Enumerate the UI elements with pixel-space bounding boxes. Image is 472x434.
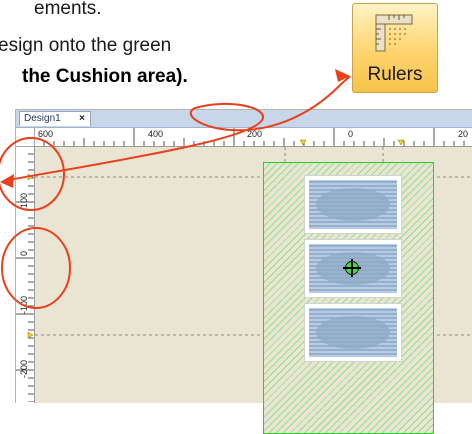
vertical-ruler[interactable]: 100 0 -100 -200 bbox=[16, 146, 35, 403]
horizontal-ruler[interactable]: 600 400 200 0 20 bbox=[34, 128, 472, 147]
v-ruler-label: -100 bbox=[19, 295, 29, 314]
h-ruler-label: 600 bbox=[38, 129, 54, 139]
h-ruler-label: 20 bbox=[458, 129, 469, 139]
ruler-corner bbox=[16, 128, 35, 147]
v-ruler-label: 100 bbox=[19, 192, 29, 208]
tab-bar: Design1 × bbox=[16, 110, 472, 128]
rulers-button-label: Rulers bbox=[367, 64, 423, 85]
tab-label: Design1 bbox=[24, 113, 61, 124]
embroidery-panel-top[interactable] bbox=[304, 175, 402, 234]
rulers-icon bbox=[375, 14, 413, 52]
h-ruler-label: 400 bbox=[148, 129, 164, 139]
annotation-arrowhead-left bbox=[0, 174, 14, 188]
design-center-crosshair-icon[interactable] bbox=[343, 259, 361, 277]
rulers-button[interactable]: Rulers bbox=[352, 3, 438, 93]
instruction-line-2: esign onto the green bbox=[0, 35, 172, 56]
h-ruler-label: 200 bbox=[247, 129, 263, 139]
h-ruler-label: 0 bbox=[348, 129, 354, 139]
embroidery-panel-bottom[interactable] bbox=[304, 303, 402, 362]
tab-design1[interactable]: Design1 × bbox=[19, 111, 91, 126]
close-icon[interactable]: × bbox=[79, 112, 85, 126]
v-ruler-label: -200 bbox=[19, 359, 29, 378]
instruction-line-1: ements. bbox=[34, 0, 102, 19]
instruction-line-3: the Cushion area). bbox=[22, 66, 188, 87]
annotation-arrowhead-right bbox=[335, 69, 350, 82]
v-ruler-label: 0 bbox=[19, 250, 29, 256]
